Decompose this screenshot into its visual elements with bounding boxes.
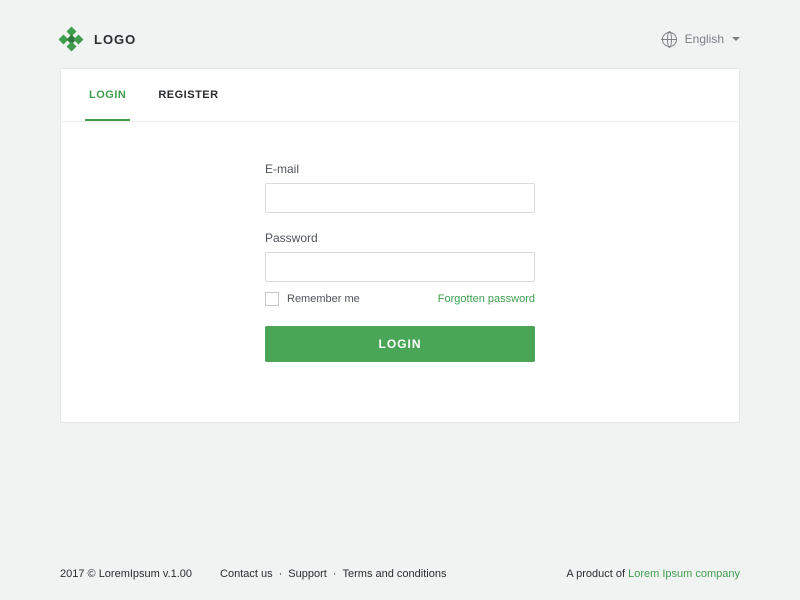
login-form: E-mail Password Remember me Forgotten pa… <box>265 162 535 362</box>
email-label: E-mail <box>265 162 535 176</box>
copyright: 2017 © LoremIpsum v.1.00 <box>60 568 192 580</box>
tab-login[interactable]: LOGIN <box>85 69 130 121</box>
terms-link[interactable]: Terms and conditions <box>343 568 447 580</box>
footer-links: Contact us · Support · Terms and conditi… <box>220 568 446 580</box>
remember-label: Remember me <box>287 293 360 305</box>
language-selector[interactable]: English <box>662 32 740 47</box>
auth-card: LOGIN REGISTER E-mail Password Remember … <box>60 68 740 423</box>
footer: 2017 © LoremIpsum v.1.00 Contact us · Su… <box>0 568 800 580</box>
language-label: English <box>685 32 724 46</box>
globe-icon <box>662 32 677 47</box>
email-field-wrap: E-mail <box>265 162 535 213</box>
remember-checkbox[interactable] <box>265 292 279 306</box>
email-input[interactable] <box>265 183 535 213</box>
company-link[interactable]: Lorem Ipsum company <box>628 568 740 580</box>
header: LOGO English <box>0 0 800 68</box>
login-button[interactable]: LOGIN <box>265 326 535 362</box>
forgot-password-link[interactable]: Forgotten password <box>438 293 535 305</box>
password-input[interactable] <box>265 252 535 282</box>
contact-link[interactable]: Contact us <box>220 568 273 580</box>
footer-left: 2017 © LoremIpsum v.1.00 Contact us · Su… <box>60 568 446 580</box>
footer-right: A product of Lorem Ipsum company <box>566 568 740 580</box>
remember-row: Remember me Forgotten password <box>265 292 535 306</box>
password-field-wrap: Password <box>265 231 535 282</box>
password-label: Password <box>265 231 535 245</box>
chevron-down-icon <box>732 37 740 41</box>
tab-register[interactable]: REGISTER <box>154 69 222 121</box>
tabs: LOGIN REGISTER <box>61 69 739 122</box>
logo-icon <box>60 28 82 50</box>
support-link[interactable]: Support <box>288 568 327 580</box>
logo[interactable]: LOGO <box>60 28 136 50</box>
logo-text: LOGO <box>94 32 136 47</box>
remember-wrap: Remember me <box>265 292 360 306</box>
product-prefix: A product of <box>566 568 628 580</box>
form-area: E-mail Password Remember me Forgotten pa… <box>61 122 739 422</box>
